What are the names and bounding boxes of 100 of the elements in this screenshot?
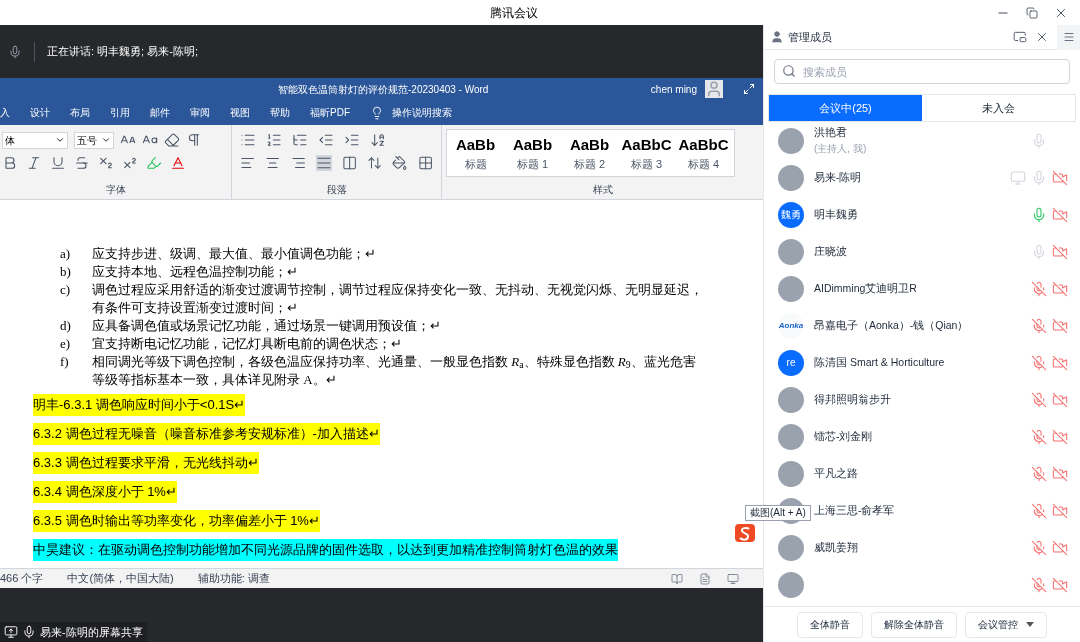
font-color-icon[interactable]	[170, 155, 186, 171]
language-status[interactable]: 中文(简体，中国大陆)	[67, 570, 174, 587]
ribbon-tab[interactable]: 入	[0, 105, 10, 120]
align-center-icon[interactable]	[265, 155, 281, 171]
user-avatar-icon[interactable]	[705, 80, 723, 98]
ribbon-tab[interactable]: 布局	[70, 105, 90, 120]
user-name: chen ming	[650, 82, 697, 97]
ribbon-display-icon[interactable]	[743, 83, 755, 95]
camera-off-icon[interactable]	[1052, 539, 1068, 556]
muted-microphone-icon[interactable]	[1031, 465, 1047, 482]
list-item-text: 调色过程应采用舒适的渐变过渡调节控制，调节过程应保持变化一致、无抖动、无视觉闪烁、无明显延迟，有条件可支持设置渐变过渡时间；↵	[92, 281, 703, 317]
superscript-icon[interactable]	[122, 155, 138, 171]
menu-button[interactable]	[1057, 24, 1080, 50]
camera-off-icon[interactable]	[1052, 206, 1068, 223]
strikethrough-icon[interactable]	[74, 155, 90, 171]
muted-microphone-icon[interactable]	[1031, 317, 1047, 334]
word-count[interactable]: 466 个字	[0, 570, 44, 587]
style-item[interactable]: AaBb 标题 1	[504, 130, 561, 176]
highlighted-paragraph: 6.3.5 调色时输出等功率变化，功率偏差小于 1%↵	[33, 510, 320, 532]
member-name: AIDimming艾迪明卫R	[814, 280, 918, 296]
borders-icon[interactable]	[417, 155, 433, 171]
screen-share-icon	[4, 624, 18, 639]
increase-indent-icon[interactable]	[344, 132, 360, 148]
panel-button[interactable]: 全体静音	[797, 611, 863, 638]
tell-me-search[interactable]: 操作说明搜索	[392, 105, 452, 120]
member-name: 威凯姜翔	[814, 539, 859, 555]
font-name-field[interactable]: 体	[2, 131, 68, 149]
decrease-indent-icon[interactable]	[318, 132, 334, 148]
ribbon-tab[interactable]: 引用	[110, 105, 130, 120]
style-item[interactable]: AaBb 标题 2	[561, 130, 618, 176]
ribbon-tab[interactable]: 福昕PDF	[310, 105, 350, 120]
camera-off-icon[interactable]	[1052, 317, 1068, 334]
accessibility-status[interactable]: 辅助功能: 调查	[197, 570, 270, 587]
read-mode-icon[interactable]	[671, 572, 683, 585]
camera-off-icon[interactable]	[1052, 354, 1068, 371]
style-item[interactable]: AaBbC 标题 4	[675, 130, 732, 176]
member-name: 明丰魏勇	[814, 206, 859, 222]
panel-button[interactable]: 解除全体静音	[871, 611, 957, 638]
ribbon-tab[interactable]: 设计	[30, 105, 50, 120]
lightbulb-icon[interactable]	[370, 105, 384, 120]
align-right-icon[interactable]	[290, 155, 306, 171]
print-layout-icon[interactable]	[699, 572, 711, 585]
microphone-icon	[22, 624, 36, 639]
font-size-field[interactable]: 五号	[74, 131, 114, 149]
input-method-icon[interactable]	[735, 524, 755, 542]
underline-icon[interactable]	[50, 155, 66, 171]
subscript-icon[interactable]	[98, 155, 114, 171]
restore-icon[interactable]	[1026, 6, 1038, 19]
camera-off-icon[interactable]	[1052, 391, 1068, 408]
close-icon[interactable]	[1035, 30, 1049, 44]
web-layout-icon[interactable]	[727, 572, 739, 585]
ribbon-tab[interactable]: 审阅	[190, 105, 210, 120]
highlighted-paragraph: 6.3.2 调色过程无噪音（噪音标准参考安规标准）-加入描述↵	[33, 423, 380, 445]
member-name: 平凡之路	[814, 465, 859, 481]
muted-microphone-icon[interactable]	[1031, 539, 1047, 556]
clear-formatting-icon[interactable]	[164, 132, 180, 148]
logo-avatar: Aonka	[778, 312, 804, 339]
columns-icon[interactable]	[341, 155, 358, 171]
highlighted-paragraph: 明丰-6.3.1 调色响应时间小于<0.1S↵	[33, 394, 246, 416]
muted-microphone-icon[interactable]	[1031, 354, 1047, 371]
microphone-icon[interactable]	[1031, 206, 1047, 223]
sort-icon[interactable]	[370, 132, 386, 148]
member-role: (主持人, 我)	[814, 141, 868, 156]
numbering-icon[interactable]	[266, 132, 282, 148]
camera-off-icon[interactable]	[1052, 243, 1068, 260]
style-item[interactable]: AaBbC 标题 3	[618, 130, 675, 176]
camera-off-icon[interactable]	[1052, 502, 1068, 519]
camera-off-icon[interactable]	[1052, 428, 1068, 445]
muted-microphone-icon[interactable]	[1031, 280, 1047, 297]
camera-off-icon[interactable]	[1052, 465, 1068, 482]
ribbon-tab[interactable]: 帮助	[270, 105, 290, 120]
list-item-text: 相同调光等级下调色控制，各级色温应保持功率、光通量、一般显色指数 R$_{a}$、特殊显色指数 R$_{9}$、蓝光危害等级等指标基本一致，具体详见附录 A。↵	[92, 353, 697, 389]
muted-microphone-icon[interactable]	[1031, 576, 1047, 593]
pop-out-icon[interactable]	[1013, 30, 1027, 44]
camera-off-icon[interactable]	[1052, 576, 1068, 593]
avatar: re	[778, 349, 804, 376]
member-name: 得邦照明翁步升	[814, 391, 892, 407]
muted-microphone-icon[interactable]	[1031, 428, 1047, 445]
highlighted-paragraph: 6.3.4 调色深度小于 1%↵	[33, 481, 177, 503]
line-spacing-icon[interactable]	[367, 155, 383, 171]
highlighter-icon[interactable]	[146, 155, 162, 171]
align-left-icon[interactable]	[240, 155, 256, 171]
shading-icon[interactable]	[392, 155, 408, 171]
camera-off-icon[interactable]	[1052, 280, 1068, 297]
italic-icon[interactable]	[26, 155, 42, 171]
speaking-status: 正在讲话: 明丰魏勇; 易来-陈明;	[47, 44, 198, 60]
search-field[interactable]: 搜索成员	[774, 59, 1070, 84]
panel-button[interactable]: 会议管控	[965, 611, 1047, 638]
justify-icon[interactable]	[315, 155, 332, 171]
muted-microphone-icon[interactable]	[1031, 391, 1047, 408]
ribbon-tab[interactable]: 视图	[230, 105, 250, 120]
muted-microphone-icon[interactable]	[1031, 502, 1047, 519]
bold-icon[interactable]	[2, 155, 18, 171]
tab[interactable]: 会议中(25)	[769, 95, 922, 121]
ribbon-tab[interactable]: 邮件	[150, 105, 170, 120]
camera-off-icon[interactable]	[1052, 169, 1068, 186]
style-item[interactable]: AaBb 标题	[447, 130, 504, 176]
multilevel-list-icon[interactable]	[292, 132, 308, 148]
list-marker: b)	[60, 263, 72, 281]
bullets-icon[interactable]	[240, 132, 256, 148]
